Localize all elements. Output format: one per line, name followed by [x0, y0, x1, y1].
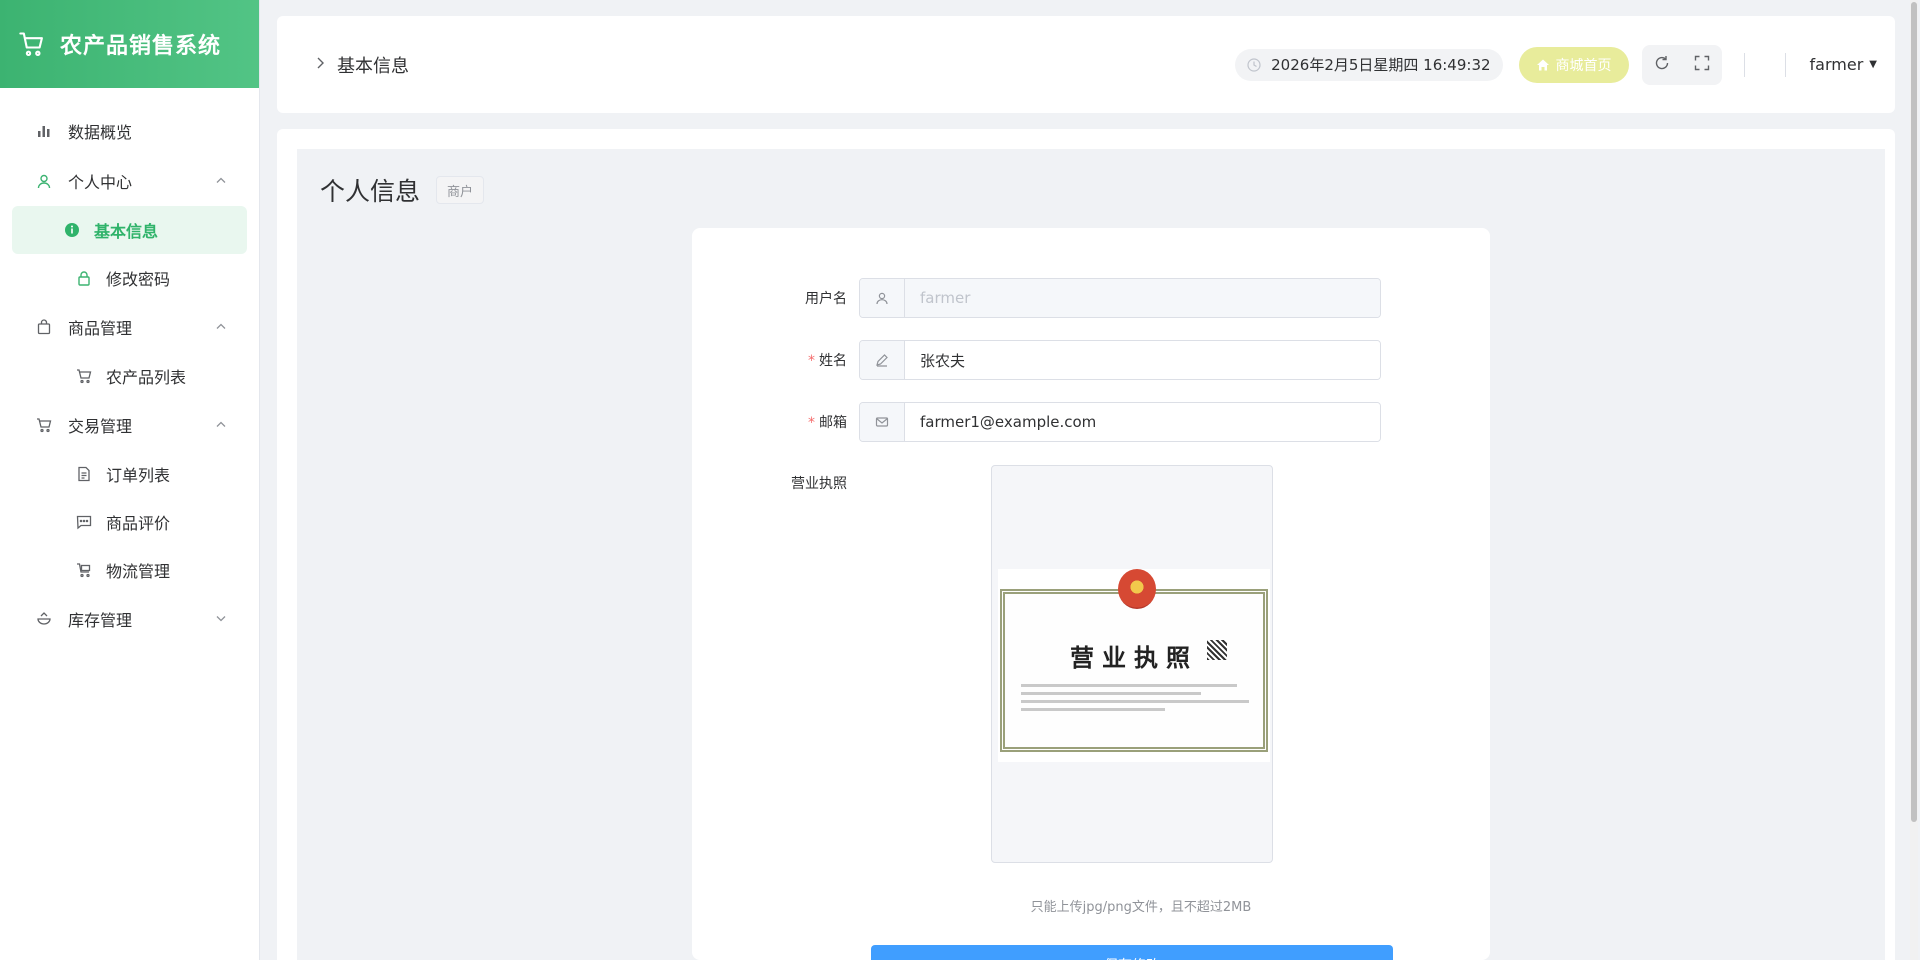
sidebar-item-label: 订单列表: [106, 466, 171, 485]
username-row: 用户名 farmer: [692, 278, 1381, 318]
email-label: * 邮箱: [692, 412, 859, 432]
sidebar-menu: 数据概览 个人中心 基本信息 修改密码 商品管理 农产品列表 交易管理 订单列表…: [0, 88, 259, 644]
sidebar-item-personal-center[interactable]: 个人中心: [0, 156, 259, 206]
caret-down-icon: ▼: [1869, 59, 1877, 70]
sidebar-item-label: 库存管理: [68, 611, 133, 630]
lock-icon: [76, 270, 92, 286]
name-label: * 姓名: [692, 350, 859, 370]
sidebar-item-trade-management[interactable]: 交易管理: [0, 400, 259, 450]
brand-title: 农产品销售系统: [60, 34, 222, 59]
edit-icon: [860, 341, 905, 379]
email-row: * 邮箱 farmer1@example.com: [692, 402, 1381, 442]
header-right: 2026年2月5日星期四 16:49:32 商城首页 farmer ▼: [1235, 16, 1877, 113]
upload-tip: 只能上传jpg/png文件，且不超过2MB: [1030, 900, 1252, 915]
certificate-text-lines: [1021, 684, 1261, 716]
license-image: 营业执照: [998, 569, 1270, 762]
divider: [1743, 52, 1745, 77]
sidebar-item-label: 农产品列表: [106, 368, 187, 387]
role-tag: 商户: [436, 176, 485, 204]
sidebar-item-label: 物流管理: [106, 562, 171, 581]
document-icon: [76, 466, 92, 482]
email-field[interactable]: farmer1@example.com: [859, 402, 1381, 442]
sidebar-item-product-list[interactable]: 农产品列表: [12, 352, 247, 400]
profile-form-card: 用户名 farmer * 姓名 张农夫 * 邮箱 farmer1@example.c…: [692, 228, 1490, 960]
chevron-up-icon: [215, 318, 227, 337]
refresh-icon[interactable]: [1654, 55, 1670, 75]
username-field: farmer: [859, 278, 1381, 318]
top-header: 基本信息 2026年2月5日星期四 16:49:32 商城首页 farmer ▼: [277, 16, 1895, 113]
chevron-right-icon: [315, 54, 327, 75]
sidebar-item-label: 个人中心: [68, 173, 133, 192]
sidebar-item-change-password[interactable]: 修改密码: [12, 254, 247, 302]
sidebar-item-label: 商品评价: [106, 514, 171, 533]
mail-icon: [860, 403, 905, 441]
breadcrumb-current: 基本信息: [337, 55, 409, 77]
shopping-bag-icon: [36, 319, 52, 335]
license-uploader[interactable]: 营业执照: [991, 465, 1273, 863]
username: farmer: [1809, 55, 1864, 74]
user-icon: [36, 173, 52, 189]
sidebar-item-label: 修改密码: [106, 270, 171, 289]
required-mark: *: [808, 415, 815, 431]
sidebar-item-label: 基本信息: [94, 222, 159, 241]
name-field[interactable]: 张农夫: [859, 340, 1381, 380]
cart-icon: [19, 32, 43, 57]
sidebar-item-label: 数据概览: [68, 123, 133, 142]
mall-home-button[interactable]: 商城首页: [1518, 46, 1629, 83]
chevron-up-icon: [215, 416, 227, 435]
name-label-text: 姓名: [819, 353, 847, 369]
fullscreen-icon[interactable]: [1694, 55, 1710, 75]
cart-icon: [36, 417, 52, 433]
sidebar-item-product-reviews[interactable]: 商品评价: [12, 498, 247, 546]
home-icon: [1536, 58, 1550, 72]
sidebar: 农产品销售系统 数据概览 个人中心 基本信息 修改密码 商品管理 农产品列表 交…: [0, 0, 260, 960]
sidebar-item-order-list[interactable]: 订单列表: [12, 450, 247, 498]
sidebar-item-inventory-management[interactable]: 库存管理: [0, 594, 259, 644]
tool-group: [1641, 44, 1722, 85]
cart-icon: [76, 368, 92, 384]
name-row: * 姓名 张农夫: [692, 340, 1381, 380]
trolley-icon: [76, 562, 92, 578]
datetime-text: 2026年2月5日星期四 16:49:32: [1271, 56, 1491, 74]
qr-code-icon: [1207, 640, 1227, 660]
name-value[interactable]: 张农夫: [905, 341, 1380, 379]
sidebar-item-label: 交易管理: [68, 417, 133, 436]
email-label-text: 邮箱: [819, 415, 847, 431]
save-button[interactable]: 保存修改: [871, 945, 1393, 960]
sidebar-item-data-overview[interactable]: 数据概览: [0, 106, 259, 156]
datetime-display: 2026年2月5日星期四 16:49:32: [1235, 48, 1503, 81]
username-value: farmer: [905, 279, 1380, 317]
user-icon: [860, 279, 905, 317]
comment-icon: [76, 514, 92, 530]
national-emblem-icon: [1118, 569, 1156, 609]
brand-bar[interactable]: 农产品销售系统: [0, 0, 259, 88]
scrollbar-thumb[interactable]: [1911, 2, 1917, 822]
sidebar-item-label: 商品管理: [68, 319, 133, 338]
sidebar-item-product-management[interactable]: 商品管理: [0, 302, 259, 352]
username-label: 用户名: [805, 291, 847, 307]
info-icon: [64, 222, 80, 238]
bar-chart-icon: [36, 123, 52, 139]
chevron-up-icon: [215, 172, 227, 191]
sidebar-item-logistics[interactable]: 物流管理: [12, 546, 247, 594]
certificate-frame: 营业执照: [1000, 589, 1268, 752]
divider: [1784, 52, 1786, 77]
clock-icon: [1247, 57, 1261, 72]
page-header: 个人信息 商户: [320, 172, 485, 208]
mall-home-label: 商城首页: [1555, 57, 1612, 74]
license-label: 营业执照: [791, 476, 847, 492]
page-scrollbar[interactable]: [1910, 0, 1918, 960]
bowl-icon: [36, 611, 52, 627]
page-title: 个人信息: [320, 177, 421, 206]
required-mark: *: [808, 353, 815, 369]
chevron-down-icon: [215, 610, 227, 629]
breadcrumb: 基本信息: [315, 52, 409, 78]
user-dropdown[interactable]: farmer ▼: [1810, 55, 1877, 74]
sidebar-item-basic-info[interactable]: 基本信息: [12, 206, 247, 254]
email-value[interactable]: farmer1@example.com: [905, 403, 1380, 441]
